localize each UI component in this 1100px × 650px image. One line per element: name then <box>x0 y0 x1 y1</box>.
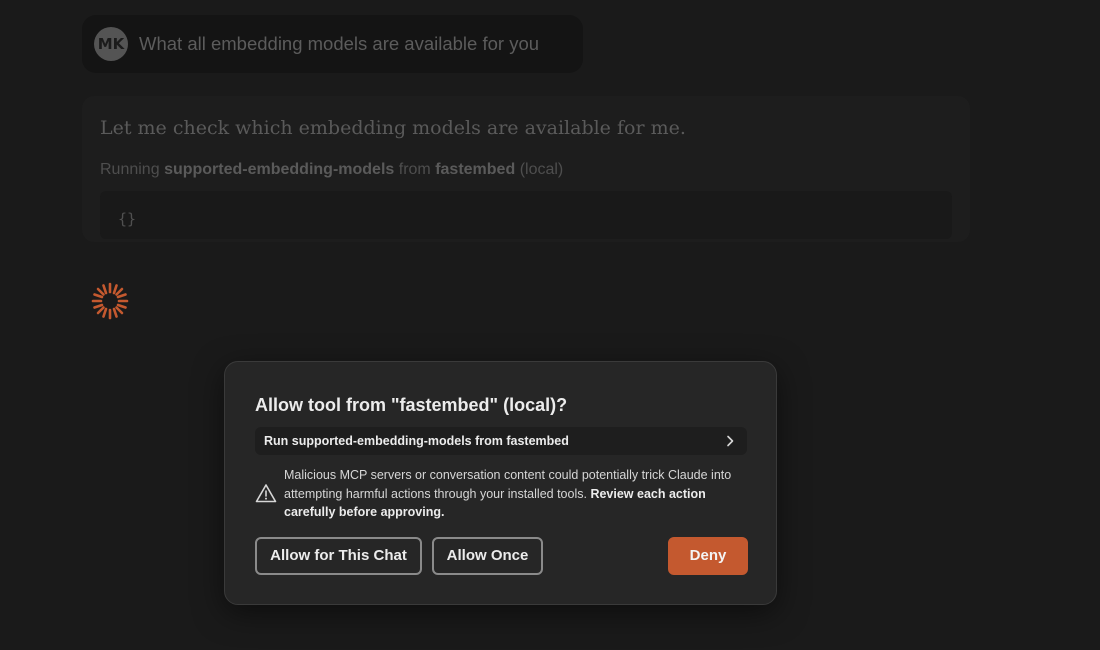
tool-running-status: Running supported-embedding-models from … <box>100 159 563 181</box>
server-name: fastembed <box>435 161 516 178</box>
from-word: from <box>398 161 431 178</box>
tool-details-label: Run supported-embedding-models from fast… <box>264 434 569 448</box>
warning-triangle-icon <box>255 484 277 503</box>
tool-permission-dialog: Allow tool from "fastembed" (local)? Run… <box>224 361 777 605</box>
allow-for-chat-button[interactable]: Allow for This Chat <box>255 537 422 575</box>
dialog-title: Allow tool from "fastembed" (local)? <box>255 395 568 415</box>
chat-page: MK What all embedding models are availab… <box>0 0 1100 650</box>
deny-button[interactable]: Deny <box>668 537 748 575</box>
avatar[interactable]: MK <box>94 27 128 61</box>
allow-once-button[interactable]: Allow Once <box>432 537 543 575</box>
loading-spinner-icon <box>91 282 129 320</box>
tool-input-code-block: {} <box>100 191 952 239</box>
assistant-message: Let me check which embedding models are … <box>82 96 970 242</box>
server-scope: (local) <box>519 161 564 178</box>
tool-name: supported-embedding-models <box>164 161 395 178</box>
user-message-text: What all embedding models are available … <box>139 33 540 54</box>
tool-details-row[interactable]: Run supported-embedding-models from fast… <box>255 427 747 455</box>
running-prefix: Running <box>100 161 160 178</box>
tool-input-code: {} <box>118 210 137 228</box>
assistant-message-text: Let me check which embedding models are … <box>100 117 686 139</box>
chevron-right-icon <box>727 435 734 447</box>
user-message: MK What all embedding models are availab… <box>82 15 583 73</box>
warning-message: Malicious MCP servers or conversation co… <box>284 466 754 522</box>
